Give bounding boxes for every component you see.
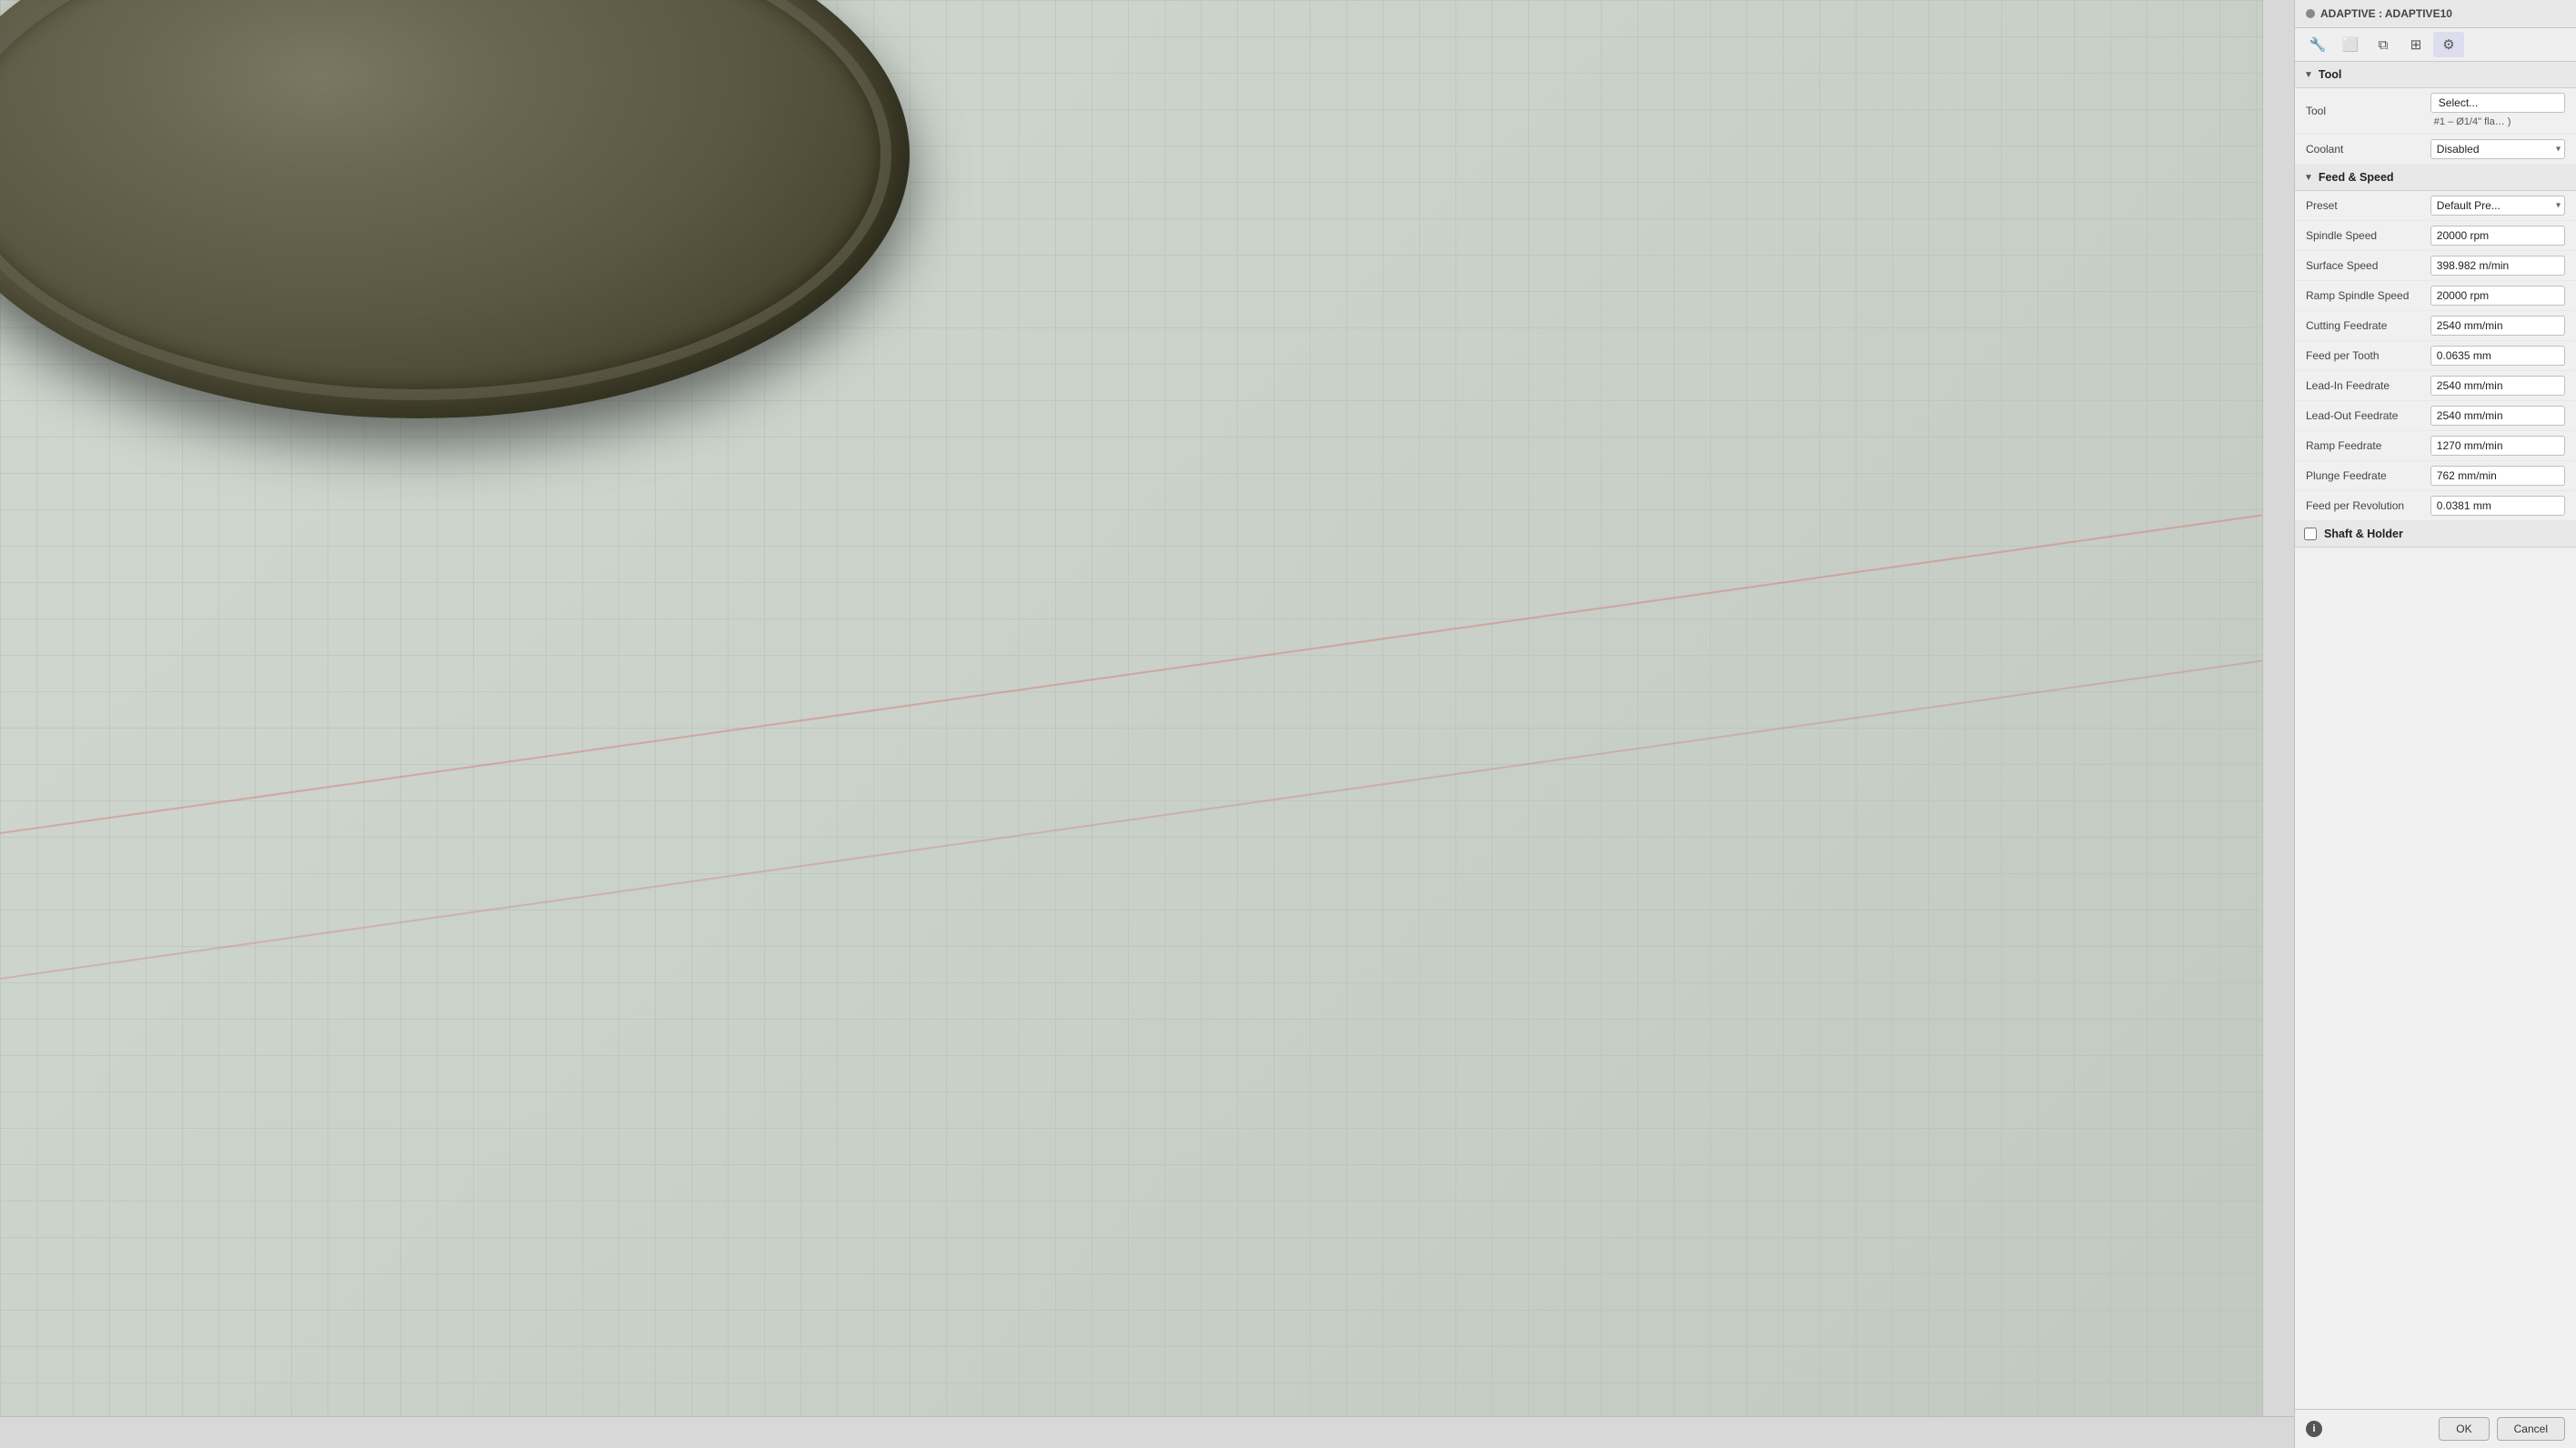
viewport — [0, 0, 2576, 1448]
ramp-feedrate-row: Ramp Feedrate — [2295, 431, 2576, 461]
shaft-holder-checkbox[interactable] — [2304, 528, 2317, 540]
coolant-value: Disabled Flood Mist Air — [2430, 139, 2565, 159]
feed-per-rev-label: Feed per Revolution — [2306, 499, 2430, 512]
tool-section-title: Tool — [2319, 68, 2341, 81]
cutting-feedrate-value — [2430, 316, 2565, 336]
ramp-feedrate-value — [2430, 436, 2565, 456]
preset-row: Preset Default Pre... Finishing Roughing — [2295, 191, 2576, 221]
spindle-speed-value — [2430, 226, 2565, 246]
feed-per-tooth-value — [2430, 346, 2565, 366]
ramp-feedrate-label: Ramp Feedrate — [2306, 439, 2430, 452]
shaft-holder-section[interactable]: Shaft & Holder — [2295, 521, 2576, 548]
tool-section-header[interactable]: ▼ Tool — [2295, 62, 2576, 88]
ramp-spindle-input[interactable] — [2430, 286, 2565, 306]
disc-body — [0, 0, 910, 418]
feed-per-rev-row: Feed per Revolution — [2295, 491, 2576, 521]
ruler-bottom — [0, 1416, 2294, 1448]
tool-value-container: Select... #1 – Ø1/4" fla… ) — [2430, 93, 2565, 129]
ok-button[interactable]: OK — [2439, 1417, 2489, 1441]
preset-value: Default Pre... Finishing Roughing — [2430, 196, 2565, 216]
lead-out-label: Lead-Out Feedrate — [2306, 409, 2430, 422]
speeds-tab-icon[interactable]: ⚙ — [2433, 32, 2464, 57]
3d-object — [0, 0, 928, 455]
cutting-feedrate-input[interactable] — [2430, 316, 2565, 336]
feed-per-tooth-input[interactable] — [2430, 346, 2565, 366]
tool-tab-icon[interactable]: 🔧 — [2302, 32, 2333, 57]
ramp-spindle-label: Ramp Spindle Speed — [2306, 289, 2430, 302]
plunge-feedrate-row: Plunge Feedrate — [2295, 461, 2576, 491]
disc-rim — [0, 0, 891, 400]
cancel-button[interactable]: Cancel — [2497, 1417, 2565, 1441]
panel-footer: i OK Cancel — [2295, 1409, 2576, 1448]
cutting-feedrate-row: Cutting Feedrate — [2295, 311, 2576, 341]
lead-in-label: Lead-In Feedrate — [2306, 379, 2430, 392]
lead-out-value — [2430, 406, 2565, 426]
tool-row: Tool Select... #1 – Ø1/4" fla… ) — [2295, 88, 2576, 135]
ramp-spindle-row: Ramp Spindle Speed — [2295, 281, 2576, 311]
geometry-tab-icon[interactable]: ⬜ — [2335, 32, 2366, 57]
surface-speed-input[interactable] — [2430, 256, 2565, 276]
plunge-feedrate-label: Plunge Feedrate — [2306, 469, 2430, 482]
lead-out-row: Lead-Out Feedrate — [2295, 401, 2576, 431]
lead-in-row: Lead-In Feedrate — [2295, 371, 2576, 401]
panel-titlebar: ADAPTIVE : ADAPTIVE10 — [2295, 0, 2576, 28]
spindle-speed-label: Spindle Speed — [2306, 229, 2430, 242]
passes-tab-icon[interactable]: ⧉ — [2368, 32, 2399, 57]
surface-speed-row: Surface Speed — [2295, 251, 2576, 281]
ramp-spindle-value — [2430, 286, 2565, 306]
linking-tab-icon[interactable]: ⊞ — [2400, 32, 2431, 57]
feed-per-tooth-row: Feed per Tooth — [2295, 341, 2576, 371]
lead-out-input[interactable] — [2430, 406, 2565, 426]
cutting-feedrate-label: Cutting Feedrate — [2306, 319, 2430, 332]
feed-per-rev-value — [2430, 496, 2565, 516]
tool-select-button[interactable]: Select... — [2430, 93, 2565, 113]
surface-speed-value — [2430, 256, 2565, 276]
panel-title: ADAPTIVE : ADAPTIVE10 — [2320, 7, 2452, 20]
lead-in-value — [2430, 376, 2565, 396]
feed-per-tooth-label: Feed per Tooth — [2306, 349, 2430, 362]
plunge-feedrate-value — [2430, 466, 2565, 486]
feed-speed-title: Feed & Speed — [2319, 171, 2394, 184]
surface-speed-label: Surface Speed — [2306, 259, 2430, 272]
plunge-feedrate-input[interactable] — [2430, 466, 2565, 486]
tool-section-chevron: ▼ — [2304, 70, 2313, 80]
preset-select[interactable]: Default Pre... Finishing Roughing — [2430, 196, 2565, 216]
info-icon[interactable]: i — [2306, 1421, 2322, 1437]
ruler-right — [2262, 0, 2294, 1448]
feed-per-rev-input[interactable] — [2430, 496, 2565, 516]
coolant-row: Coolant Disabled Flood Mist Air — [2295, 135, 2576, 165]
coolant-select[interactable]: Disabled Flood Mist Air — [2430, 139, 2565, 159]
spindle-speed-row: Spindle Speed — [2295, 221, 2576, 251]
properties-panel: ADAPTIVE : ADAPTIVE10 🔧 ⬜ ⧉ ⊞ ⚙ ▼ Tool T… — [2294, 0, 2576, 1448]
tool-name-display: #1 – Ø1/4" fla… ) — [2430, 115, 2565, 129]
panel-content[interactable]: ▼ Tool Tool Select... #1 – Ø1/4" fla… ) … — [2295, 62, 2576, 1409]
panel-toolbar: 🔧 ⬜ ⧉ ⊞ ⚙ — [2295, 28, 2576, 62]
tool-label: Tool — [2306, 105, 2430, 117]
feed-speed-chevron: ▼ — [2304, 173, 2313, 183]
title-dot — [2306, 9, 2315, 18]
feed-speed-section-header[interactable]: ▼ Feed & Speed — [2295, 165, 2576, 191]
shaft-holder-title: Shaft & Holder — [2324, 528, 2403, 540]
preset-label: Preset — [2306, 199, 2430, 212]
coolant-label: Coolant — [2306, 143, 2430, 156]
lead-in-input[interactable] — [2430, 376, 2565, 396]
spindle-speed-input[interactable] — [2430, 226, 2565, 246]
ramp-feedrate-input[interactable] — [2430, 436, 2565, 456]
